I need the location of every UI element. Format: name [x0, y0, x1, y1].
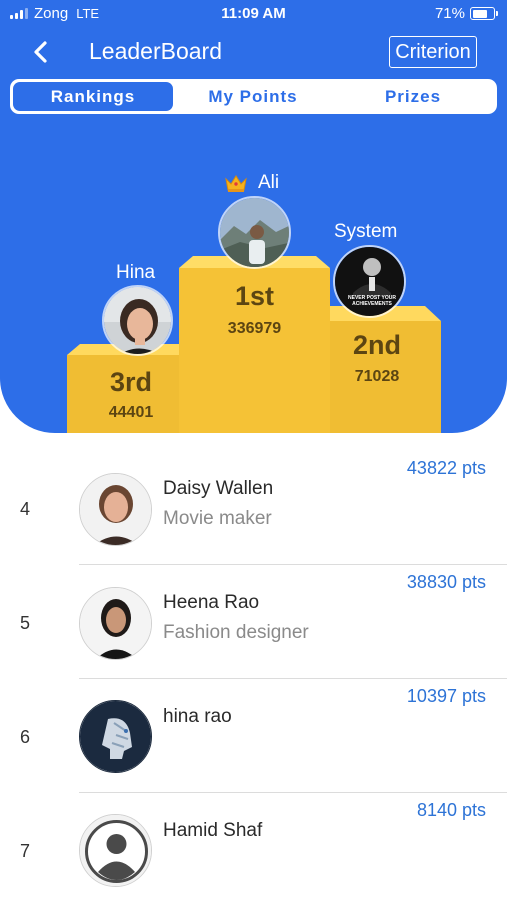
rank-number: 6	[20, 727, 31, 747]
robot-head-icon	[80, 701, 151, 772]
rank-number: 4	[20, 499, 31, 519]
avatar	[79, 700, 152, 773]
avatar	[79, 587, 152, 660]
user-name: Hamid Shaf	[163, 820, 263, 841]
list-item[interactable]: 6 hina rao 10397 pts	[0, 678, 507, 793]
user-points: 10397 pts	[406, 686, 486, 706]
leaderboard-header-panel: Zong LTE 11:09 AM 71% LeaderBoard Criter…	[0, 0, 507, 433]
user-points: 8140 pts	[416, 800, 486, 820]
list-item[interactable]: 7 Hamid Shaf 8140 pts	[0, 792, 507, 900]
podium-second: 2nd 71028	[313, 321, 441, 401]
user-role: Movie maker	[163, 508, 272, 529]
user-points: 38830 pts	[406, 572, 486, 592]
avatar-system[interactable]: NEVER POST YOUR ACHIEVEMENTS	[333, 245, 406, 318]
podium-third: 3rd 44401	[67, 355, 195, 433]
user-role: Fashion designer	[163, 622, 309, 643]
podium-second-place: 2nd	[352, 330, 401, 360]
avatar-ali[interactable]	[218, 196, 291, 269]
crown-icon	[225, 175, 247, 192]
list-item[interactable]: 5 Heena Rao Fashion designer 38830 pts	[0, 564, 507, 679]
avatar-hina[interactable]	[102, 285, 173, 356]
podium-first: 1st 336979	[179, 268, 330, 348]
avatar	[79, 814, 152, 887]
podium-third-points: 44401	[108, 404, 154, 421]
podium-second-name: System	[334, 221, 398, 242]
rank-number: 7	[20, 841, 31, 861]
avatar-image	[80, 588, 151, 659]
podium-first-points: 336979	[227, 320, 282, 337]
user-name: hina rao	[163, 706, 232, 727]
list-item[interactable]: 4 Daisy Wallen Movie maker 43822 pts	[0, 450, 507, 565]
user-name: Daisy Wallen	[163, 478, 274, 499]
podium-first-place: 1st	[234, 281, 275, 311]
rank-number: 5	[20, 613, 31, 633]
user-placeholder-icon	[80, 815, 151, 886]
podium-third-name: Hina	[116, 262, 156, 283]
avatar-image	[80, 474, 151, 545]
podium-first-name: Ali	[258, 172, 280, 193]
avatar-system-caption: NEVER POST YOUR ACHIEVEMENTS	[348, 295, 396, 307]
user-points: 43822 pts	[406, 458, 486, 478]
avatar	[79, 473, 152, 546]
podium-third-place: 3rd	[109, 367, 153, 397]
user-name: Heena Rao	[163, 592, 260, 613]
podium-second-points: 71028	[354, 368, 400, 385]
podium-first-label: Ali	[224, 172, 279, 194]
